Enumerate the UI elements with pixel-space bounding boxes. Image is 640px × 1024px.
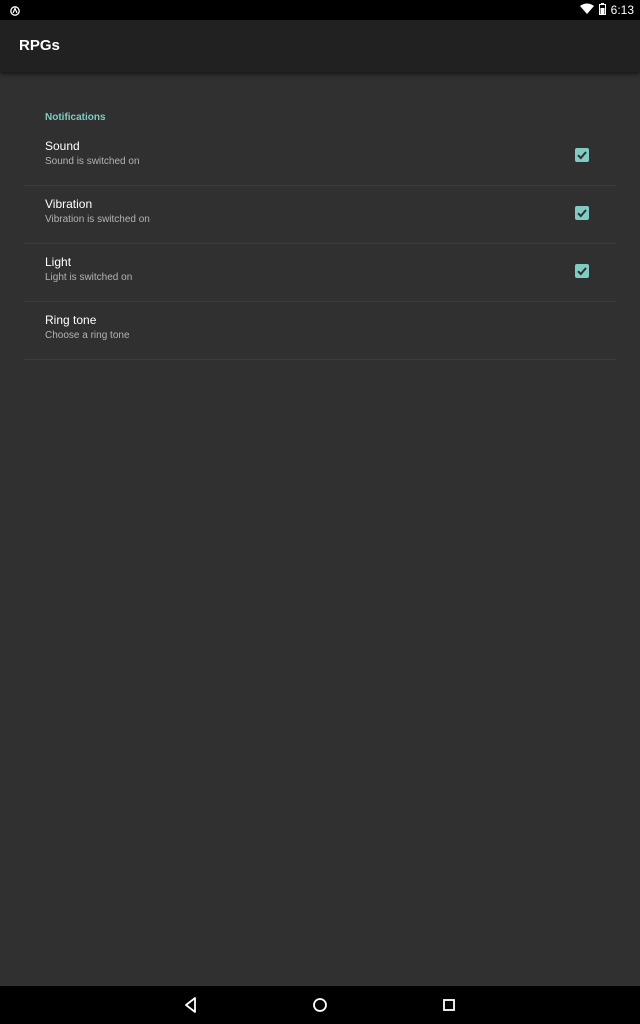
settings-screen: 6:13 RPGs Notifications Sound Sound is s… bbox=[0, 0, 640, 1024]
recents-icon[interactable] bbox=[438, 994, 460, 1016]
preference-summary: Sound is switched on bbox=[45, 156, 140, 167]
home-icon[interactable] bbox=[309, 994, 331, 1016]
battery-icon bbox=[598, 2, 606, 18]
preference-title: Light bbox=[45, 255, 72, 269]
check-icon bbox=[577, 151, 587, 160]
vibration-checkbox[interactable] bbox=[575, 206, 589, 220]
preference-title: Vibration bbox=[45, 197, 93, 211]
app-bar: RPGs bbox=[0, 20, 640, 72]
preference-title: Ring tone bbox=[45, 313, 97, 327]
status-bar: 6:13 bbox=[0, 0, 640, 20]
preference-vibration[interactable]: Vibration Vibration is switched on bbox=[24, 185, 616, 244]
preference-sound[interactable]: Sound Sound is switched on bbox=[24, 127, 616, 186]
wifi-icon bbox=[579, 3, 594, 17]
preference-title: Sound bbox=[45, 139, 80, 153]
preference-light[interactable]: Light Light is switched on bbox=[24, 243, 616, 302]
navigation-bar bbox=[0, 986, 640, 1024]
category-title-notifications: Notifications bbox=[45, 112, 106, 123]
status-icons: 6:13 bbox=[579, 0, 634, 20]
preference-summary: Light is switched on bbox=[45, 272, 133, 283]
preference-summary: Vibration is switched on bbox=[45, 214, 150, 225]
back-icon[interactable] bbox=[180, 994, 202, 1016]
page-title: RPGs bbox=[19, 37, 60, 54]
preference-ring-tone[interactable]: Ring tone Choose a ring tone bbox=[24, 301, 616, 360]
android-auto-icon bbox=[10, 5, 20, 16]
light-checkbox[interactable] bbox=[575, 264, 589, 278]
check-icon bbox=[577, 209, 587, 218]
check-icon bbox=[577, 267, 587, 276]
status-time: 6:13 bbox=[610, 3, 634, 17]
preference-summary: Choose a ring tone bbox=[45, 330, 130, 341]
sound-checkbox[interactable] bbox=[575, 148, 589, 162]
